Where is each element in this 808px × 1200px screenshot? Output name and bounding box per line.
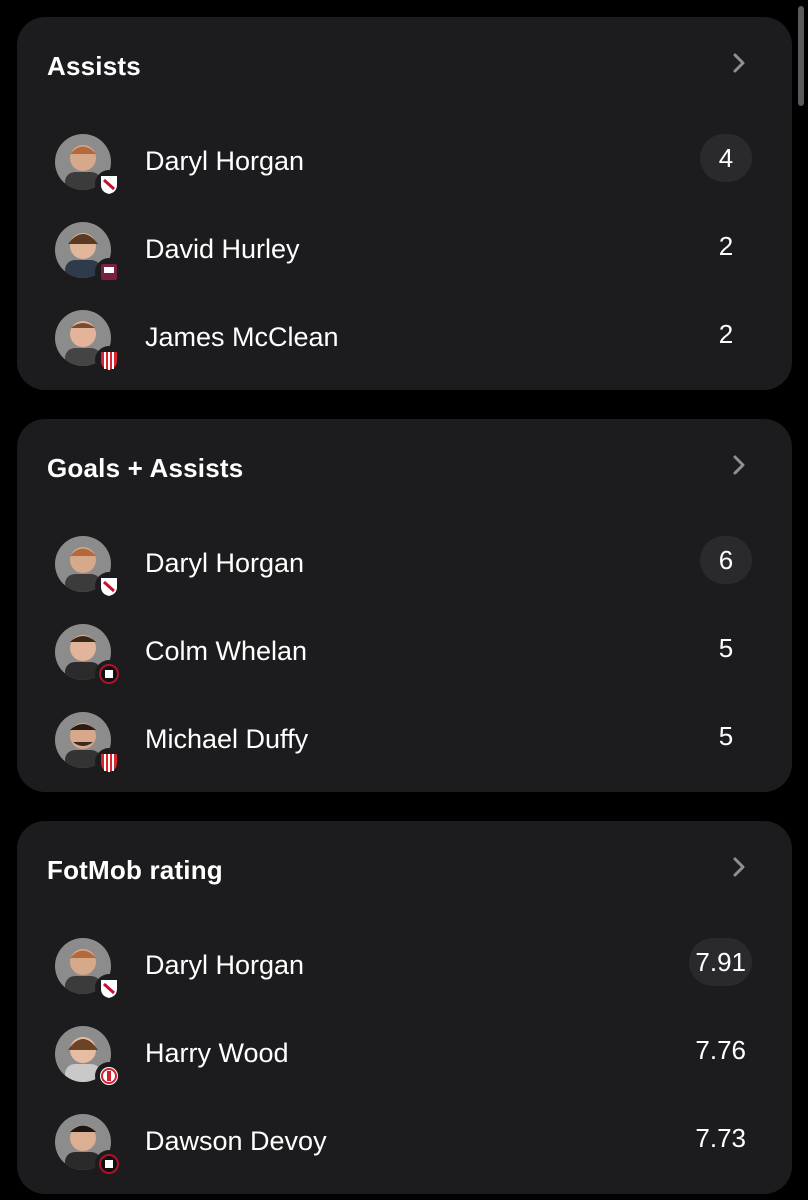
player-name: Harry Wood <box>145 1038 289 1068</box>
chevron-right-icon[interactable] <box>730 51 748 75</box>
stat-value: 5 <box>718 632 734 663</box>
goals-assists-card[interactable]: Goals + Assists Daryl Horgan 6 Colm Whel… <box>17 419 792 792</box>
player-row[interactable]: James McClean 2 <box>17 294 792 382</box>
chevron-right-icon[interactable] <box>730 855 748 879</box>
player-row[interactable]: Colm Whelan 5 <box>17 608 792 696</box>
scrollbar[interactable] <box>798 6 804 106</box>
player-name: Colm Whelan <box>145 636 308 666</box>
player-name: Daryl Horgan <box>145 548 305 578</box>
player-row[interactable]: Daryl Horgan 6 <box>17 520 792 608</box>
dundalk-crest-icon <box>95 170 123 198</box>
stat-value: 2 <box>718 318 734 349</box>
stat-value: 5 <box>718 720 734 751</box>
card-title: FotMob rating <box>47 855 223 885</box>
player-row[interactable]: Michael Duffy 5 <box>17 696 792 784</box>
player-name: James McClean <box>145 322 339 352</box>
stat-value: 2 <box>718 230 734 261</box>
derry-crest-icon <box>95 346 123 374</box>
stat-value: 7.76 <box>695 1034 746 1065</box>
shelbourne-crest-icon <box>95 1062 123 1090</box>
bohemians-crest-icon <box>95 1150 123 1178</box>
assists-card[interactable]: Assists Daryl Horgan 4 David Hurley 2 Ja… <box>17 17 792 390</box>
bohemians-crest-icon <box>95 660 123 688</box>
derry-crest-icon <box>95 748 123 776</box>
player-name: Daryl Horgan <box>145 950 305 980</box>
player-name: Dawson Devoy <box>145 1126 327 1156</box>
player-name: David Hurley <box>145 234 300 264</box>
player-name: Michael Duffy <box>145 724 309 754</box>
card-title: Assists <box>47 51 141 81</box>
card-title: Goals + Assists <box>47 453 244 483</box>
player-row[interactable]: Harry Wood 7.76 <box>17 1010 792 1098</box>
player-row[interactable]: Daryl Horgan 4 <box>17 118 792 206</box>
fotmob-rating-card[interactable]: FotMob rating Daryl Horgan 7.91 Harry Wo… <box>17 821 792 1194</box>
dundalk-crest-icon <box>95 974 123 1002</box>
player-row[interactable]: Daryl Horgan 7.91 <box>17 922 792 1010</box>
dundalk-crest-icon <box>95 572 123 600</box>
player-row[interactable]: David Hurley 2 <box>17 206 792 294</box>
stat-value: 4 <box>700 134 752 182</box>
stat-value: 7.73 <box>695 1122 746 1153</box>
chevron-right-icon[interactable] <box>730 453 748 477</box>
galway-crest-icon <box>95 258 123 286</box>
stat-value: 6 <box>700 536 752 584</box>
player-name: Daryl Horgan <box>145 146 305 176</box>
player-row[interactable]: Dawson Devoy 7.73 <box>17 1098 792 1186</box>
stat-value: 7.91 <box>689 938 752 986</box>
